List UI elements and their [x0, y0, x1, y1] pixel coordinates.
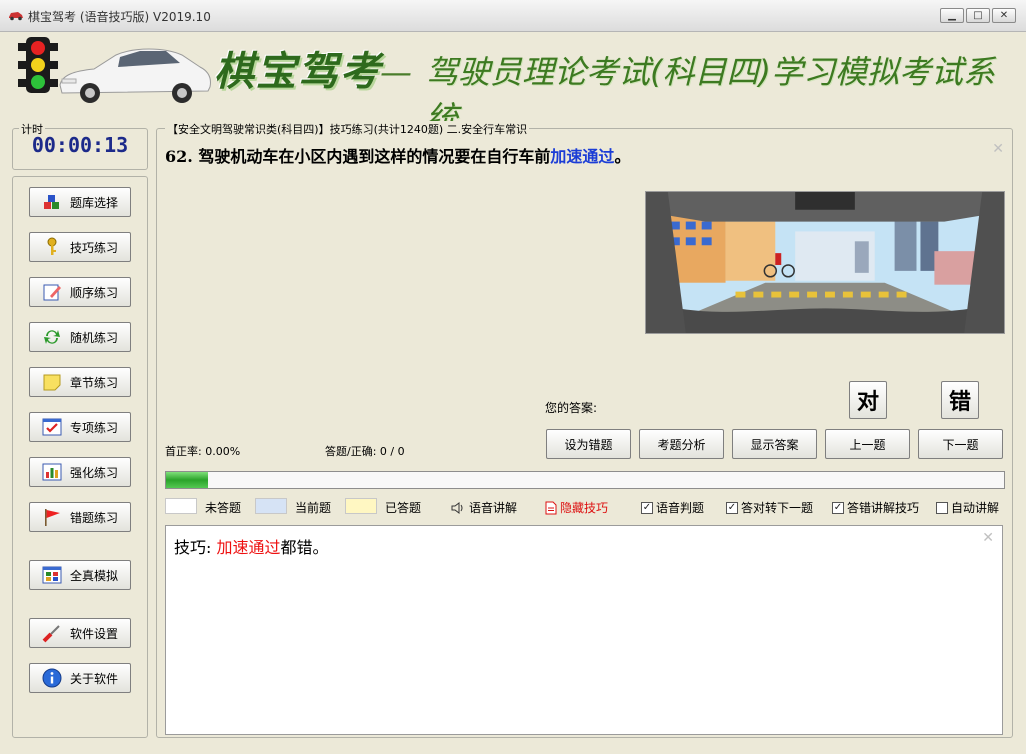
banner-dash: — [380, 53, 412, 91]
nav-menu: 题库选择 技巧练习 顺序练习 随机练习 章节练习 专项练习 强化练习 错题练习 … [12, 176, 148, 738]
tip-prefix: 技巧: [174, 538, 217, 557]
maximize-button[interactable]: □ [966, 8, 990, 23]
sticky-note-icon [43, 374, 61, 391]
timer-value: 00:00:13 [31, 133, 129, 157]
menu-label: 随机练习 [70, 330, 119, 345]
breadcrumb: 【安全文明驾驶常识类(科目四)】技巧练习(共计1240题) 二.安全行车常识 [165, 121, 530, 137]
info-icon [42, 668, 62, 688]
menu-random-button[interactable]: 随机练习 [29, 322, 131, 352]
menu-label: 顺序练习 [70, 285, 119, 300]
prev-question-button[interactable]: 上一题 [825, 429, 910, 459]
tip-highlight: 加速通过 [216, 538, 281, 557]
unanswered-swatch [165, 498, 197, 514]
tip-panel: 技巧: 加速通过都错。 ✕ [165, 525, 1003, 735]
legend-answered: 已答题 [385, 501, 422, 515]
legend-current: 当前题 [295, 501, 332, 515]
document-icon [545, 501, 557, 514]
menu-label: 软件设置 [70, 626, 119, 641]
current-swatch [255, 498, 287, 514]
menu-settings-button[interactable]: 软件设置 [29, 618, 131, 648]
checkbox-icon: ✓ [641, 501, 653, 514]
menu-intense-button[interactable]: 强化练习 [29, 457, 131, 487]
menu-label: 题库选择 [70, 195, 119, 210]
checkbox-icon: ✓ [832, 501, 844, 514]
correct-next-label: 答对转下一题 [741, 501, 814, 515]
correct-next-checkbox[interactable]: ✓ 答对转下一题 [726, 499, 813, 516]
menu-wrong-button[interactable]: 错题练习 [29, 502, 131, 532]
car-icon [9, 12, 23, 21]
mark-wrong-button[interactable]: 设为错题 [546, 429, 631, 459]
question-text: 62. 驾驶机动车在小区内遇到这样的情况要在自行车前加速通过。 [165, 143, 630, 167]
menu-label: 专项练习 [70, 420, 119, 435]
menu-seq-button[interactable]: 顺序练习 [29, 277, 131, 307]
voice-explain-toggle[interactable]: 语音讲解 [450, 499, 517, 516]
show-answer-button[interactable]: 显示答案 [732, 429, 817, 459]
brand-title: 棋宝驾考 [214, 48, 382, 95]
wrong-explain-label: 答错讲解技巧 [847, 501, 920, 515]
menu-tips-button[interactable]: 技巧练习 [29, 232, 131, 262]
speaker-icon [451, 501, 463, 514]
question-highlight: 加速通过 [550, 147, 615, 166]
checkbox-icon [936, 501, 948, 514]
menu-label: 技巧练习 [70, 240, 119, 255]
menu-bank-button[interactable]: 题库选择 [29, 187, 131, 217]
menu-label: 关于软件 [70, 671, 119, 686]
window-title: 棋宝驾考 (语音技巧版) V2019.10 [28, 10, 211, 24]
bar-chart-icon [42, 463, 62, 481]
checkbox-window-icon [42, 418, 62, 436]
menu-chapter-button[interactable]: 章节练习 [29, 367, 131, 397]
progress-bar [165, 471, 1005, 489]
pencil-notepad-icon [43, 284, 61, 301]
tip-close-icon[interactable]: ✕ [982, 530, 994, 546]
analysis-button[interactable]: 考题分析 [639, 429, 724, 459]
screwdriver-icon [42, 625, 60, 643]
next-question-button[interactable]: 下一题 [918, 429, 1003, 459]
red-flag-icon [45, 509, 60, 526]
refresh-arrows-icon [44, 330, 60, 344]
wrong-explain-checkbox[interactable]: ✓ 答错讲解技巧 [832, 499, 919, 516]
app-banner: 棋宝驾考 — 驾驶员理论考试(科目四)学习模拟考试系统 [8, 33, 1018, 137]
answered-count: 答题/正确: 0 / 0 [325, 445, 405, 458]
voice-judge-checkbox[interactable]: ✓ 语音判题 [641, 499, 704, 516]
menu-about-button[interactable]: 关于软件 [29, 663, 131, 693]
answered-swatch [345, 498, 377, 514]
key-icon [47, 237, 57, 255]
answer-true-button[interactable]: 对 [849, 381, 887, 419]
answer-false-button[interactable]: 错 [941, 381, 979, 419]
first-correct-rate: 首正率: 0.00% [165, 445, 241, 458]
question-image [645, 191, 1005, 334]
auto-explain-label: 自动讲解 [951, 501, 1000, 515]
hide-tips-label: 隐藏技巧 [560, 501, 609, 515]
question-close-icon[interactable]: ✕ [992, 141, 1004, 157]
question-prefix: 62. 驾驶机动车在小区内遇到这样的情况要在自行车前 [165, 147, 551, 166]
legend-unanswered: 未答题 [205, 501, 242, 515]
menu-label: 错题练习 [70, 510, 119, 525]
menu-label: 全真模拟 [70, 568, 119, 583]
grid-window-icon [42, 566, 62, 584]
checkbox-icon: ✓ [726, 501, 738, 514]
menu-exam-button[interactable]: 全真模拟 [29, 560, 131, 590]
answer-label: 您的答案: [545, 401, 598, 415]
voice-explain-label: 语音讲解 [469, 501, 518, 515]
car-image [59, 48, 211, 103]
menu-special-button[interactable]: 专项练习 [29, 412, 131, 442]
question-suffix: 。 [614, 147, 631, 166]
hide-tips-toggle[interactable]: 隐藏技巧 [545, 499, 608, 516]
question-panel: 【安全文明驾驶常识类(科目四)】技巧练习(共计1240题) 二.安全行车常识 6… [156, 121, 1013, 738]
legend-and-options: 未答题 当前题 已答题 语音讲解 隐藏技巧 ✓ 语音判题 ✓ 答对转下一题 ✓ … [165, 498, 1005, 518]
menu-label: 强化练习 [70, 465, 119, 480]
voice-judge-label: 语音判题 [656, 501, 705, 515]
menu-label: 章节练习 [70, 375, 119, 390]
progress-fill [166, 472, 208, 488]
timer-group: 计时 00:00:13 [12, 121, 148, 170]
minimize-button[interactable]: ▁ [940, 8, 964, 23]
tip-suffix: 都错。 [280, 538, 329, 557]
close-button[interactable]: ✕ [992, 8, 1016, 23]
window-titlebar: 棋宝驾考 (语音技巧版) V2019.10 ▁ □ ✕ [0, 0, 1026, 32]
cubes-icon [44, 195, 59, 209]
auto-explain-checkbox[interactable]: 自动讲解 [936, 499, 999, 516]
tip-text: 技巧: 加速通过都错。 [174, 534, 329, 558]
